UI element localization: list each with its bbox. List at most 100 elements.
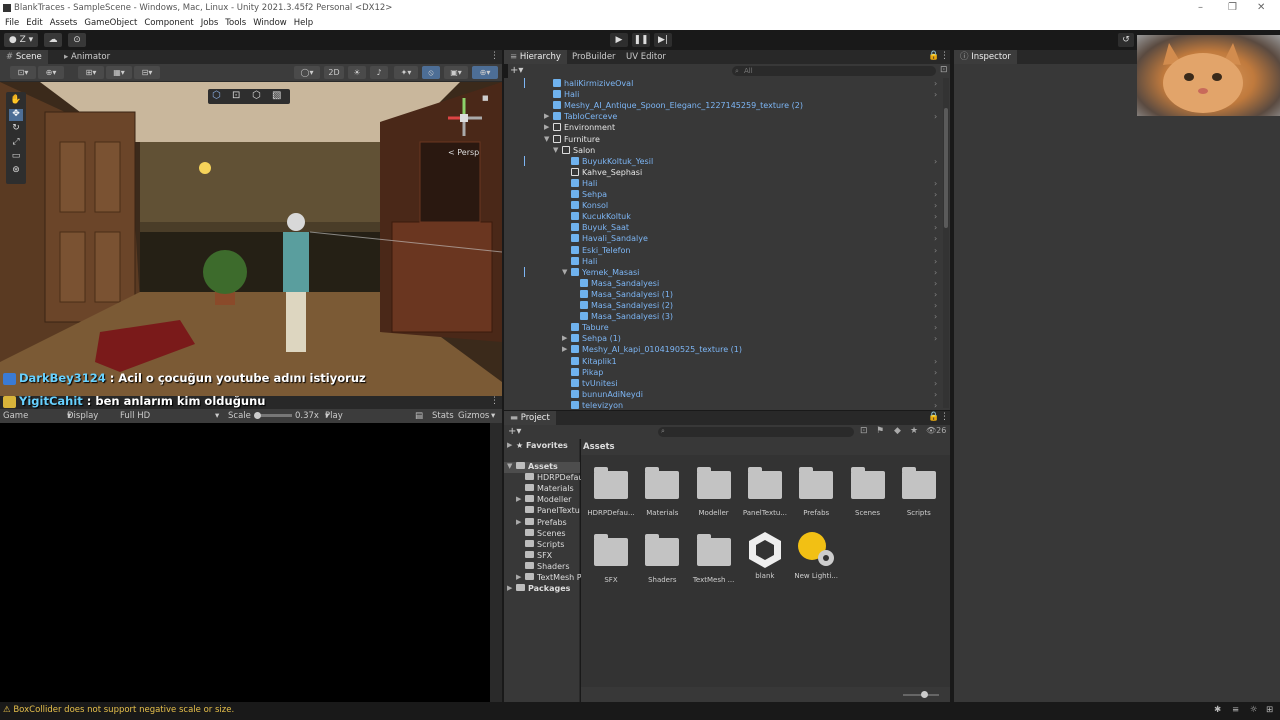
- play-mode-dropdown[interactable]: Play Focused ▾: [325, 409, 360, 435]
- hierarchy-item[interactable]: Masa_Sandalyesi ›: [504, 278, 944, 289]
- open-prefab-icon[interactable]: ›: [934, 267, 937, 278]
- hierarchy-item[interactable]: haliKirmiziveOval ›: [504, 78, 944, 89]
- hierarchy-item[interactable]: Masa_Sandalyesi (2) ›: [504, 300, 944, 311]
- cloud-icon[interactable]: ☁: [44, 33, 62, 47]
- asset-folder[interactable]: TextMesh ...: [690, 534, 738, 584]
- folder-tree-item[interactable]: Scripts: [504, 539, 580, 551]
- orientation-gizmo[interactable]: ■: [442, 92, 492, 152]
- open-prefab-icon[interactable]: ›: [934, 400, 937, 410]
- pause-button[interactable]: ❚❚: [632, 33, 650, 47]
- open-prefab-icon[interactable]: ›: [934, 233, 937, 244]
- gizmos-dropdown-icon[interactable]: ▾: [491, 409, 495, 423]
- menu-help[interactable]: Help: [294, 18, 313, 28]
- tab-probuilder[interactable]: ProBuilder: [566, 50, 622, 64]
- move-tool-icon[interactable]: ✥: [9, 109, 23, 121]
- tab-project[interactable]: ▬ Project: [504, 411, 556, 425]
- collapse-arrow-icon[interactable]: ▼: [507, 462, 512, 470]
- hierarchy-item[interactable]: Tabure ›: [504, 322, 944, 333]
- hierarchy-search-input[interactable]: ⌕ All: [732, 66, 936, 76]
- icon-size-slider-handle[interactable]: [921, 691, 928, 698]
- transform-tool-icon[interactable]: ⊛: [9, 165, 23, 177]
- open-prefab-icon[interactable]: ›: [934, 256, 937, 267]
- open-prefab-icon[interactable]: ›: [934, 311, 937, 322]
- asset-lighting[interactable]: New Lighti...: [792, 532, 840, 580]
- open-prefab-icon[interactable]: ›: [934, 356, 937, 367]
- hierarchy-item[interactable]: ▶ Meshy_AI_kapi_0104190525_texture (1): [504, 344, 944, 355]
- folder-tree-item[interactable]: HDRPDefau: [504, 473, 583, 484]
- expand-arrow-icon[interactable]: ▶: [562, 333, 567, 344]
- scale-slider[interactable]: [256, 414, 292, 417]
- open-prefab-icon[interactable]: ›: [934, 245, 937, 256]
- folder-tree-item[interactable]: PanelTextu: [504, 506, 580, 517]
- hierarchy-item[interactable]: Konsol ›: [504, 200, 944, 211]
- tab-game[interactable]: Game: [3, 409, 28, 423]
- audio-mute-icon[interactable]: ▤: [415, 409, 423, 423]
- hierarchy-item[interactable]: ▶ TabloCerceve ›: [504, 111, 944, 122]
- lighting-toggle-icon[interactable]: ☀: [348, 66, 366, 79]
- asset-unity[interactable]: blank: [741, 532, 789, 580]
- object-mode-icon[interactable]: ⬡: [212, 90, 221, 101]
- hierarchy-item[interactable]: Hali ›: [504, 89, 944, 100]
- pivot-dropdown[interactable]: ⊕▾: [38, 66, 64, 79]
- hierarchy-item[interactable]: Sehpa ›: [504, 189, 944, 200]
- gizmos-button[interactable]: Gizmos: [458, 409, 489, 423]
- gizmos-dropdown[interactable]: ⊕▾: [472, 66, 498, 79]
- grid-snap-dropdown[interactable]: ⊞▾: [78, 66, 104, 79]
- hierarchy-item[interactable]: Buyuk_Saat ›: [504, 222, 944, 233]
- tab-scene[interactable]: # Scene: [0, 50, 48, 64]
- services-icon[interactable]: ⊙: [68, 33, 86, 47]
- hierarchy-scrollbar[interactable]: [943, 78, 949, 408]
- menu-assets[interactable]: Assets: [50, 18, 78, 28]
- open-prefab-icon[interactable]: ›: [934, 333, 937, 344]
- folder-tree-item[interactable]: ▶ Prefabs: [504, 517, 580, 529]
- account-dropdown[interactable]: ● Z ▾: [4, 33, 38, 47]
- hierarchy-menu-icon[interactable]: ⋮: [940, 51, 949, 61]
- shading-mode-dropdown[interactable]: ◯▾: [294, 66, 320, 79]
- hierarchy-item[interactable]: tvUnitesi ›: [504, 378, 944, 389]
- hand-tool-icon[interactable]: ✋: [9, 95, 23, 107]
- menu-window[interactable]: Window: [253, 18, 287, 28]
- hierarchy-item[interactable]: ▼ Furniture: [504, 134, 944, 145]
- open-prefab-icon[interactable]: ›: [934, 278, 937, 289]
- bug-icon[interactable]: ✱: [1214, 702, 1221, 718]
- expand-arrow-icon[interactable]: ▶: [507, 584, 512, 592]
- menu-file[interactable]: File: [5, 18, 19, 28]
- collapse-arrow-icon[interactable]: ▼: [553, 145, 558, 156]
- lock-icon[interactable]: 🔒: [928, 51, 939, 61]
- increment-snap-dropdown[interactable]: ⊟▾: [134, 66, 160, 79]
- scale-tool-icon[interactable]: ⤢: [9, 137, 23, 149]
- menu-jobs[interactable]: Jobs: [201, 18, 219, 28]
- scene-menu-icon[interactable]: ⋮: [490, 51, 499, 61]
- asset-folder[interactable]: Scenes: [844, 467, 892, 517]
- resolution-chevron-icon[interactable]: ▾: [215, 409, 219, 423]
- asset-folder[interactable]: Modeller: [690, 467, 738, 517]
- open-prefab-icon[interactable]: ›: [934, 211, 937, 222]
- open-prefab-icon[interactable]: ›: [934, 378, 937, 389]
- open-prefab-icon[interactable]: ›: [934, 178, 937, 189]
- project-menu-icon[interactable]: ⋮: [940, 412, 949, 422]
- hierarchy-item[interactable]: Masa_Sandalyesi (3) ›: [504, 311, 944, 322]
- vertex-mode-icon[interactable]: ⊡: [232, 90, 240, 101]
- expand-arrow-icon[interactable]: ▶: [516, 573, 521, 581]
- expand-arrow-icon[interactable]: ▶: [562, 344, 567, 355]
- tab-uv-editor[interactable]: UV Editor: [620, 50, 672, 64]
- create-asset-icon[interactable]: +▾: [508, 426, 521, 437]
- history-icon[interactable]: ↺: [1118, 33, 1134, 47]
- scale-slider-handle[interactable]: [254, 412, 261, 419]
- hierarchy-item[interactable]: ▼ Salon: [504, 145, 944, 156]
- folder-tree-item[interactable]: Materials: [504, 484, 580, 495]
- hierarchy-item[interactable]: Meshy_AI_Antique_Spoon_Eleganc_122714525…: [504, 100, 944, 111]
- face-mode-icon[interactable]: ▧: [272, 90, 281, 101]
- asset-folder[interactable]: PanelTextu...: [741, 467, 789, 517]
- hierarchy-item[interactable]: Eski_Telefon ›: [504, 245, 944, 256]
- open-prefab-icon[interactable]: ›: [934, 200, 937, 211]
- rotate-tool-icon[interactable]: ↻: [9, 123, 23, 135]
- menu-tools[interactable]: Tools: [225, 18, 246, 28]
- folder-tree-item[interactable]: ▶ Packages: [504, 584, 580, 595]
- hierarchy-item[interactable]: Hali ›: [504, 178, 944, 189]
- expand-arrow-icon[interactable]: ▶: [544, 111, 549, 122]
- scene-viewport[interactable]: ✋ ✥ ↻ ⤢ ▭ ⊛ ⬡ ⊡ ⬡ ▧ ■ < Persp: [0, 82, 502, 396]
- folder-tree-item[interactable]: ▶ Modeller: [504, 495, 580, 506]
- open-prefab-icon[interactable]: ›: [934, 300, 937, 311]
- grid-dropdown[interactable]: ▦▾: [106, 66, 132, 79]
